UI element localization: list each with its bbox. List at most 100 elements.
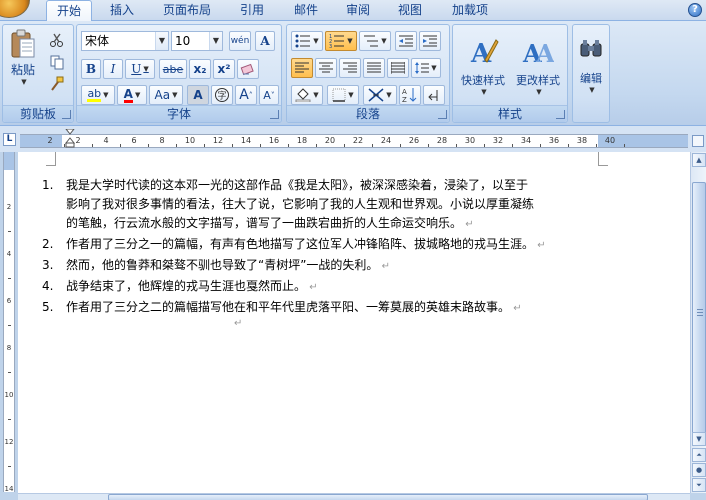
- view-ruler-icon[interactable]: [692, 135, 704, 147]
- char-shading-button[interactable]: A: [187, 85, 209, 105]
- bullets-button[interactable]: ▼: [291, 31, 323, 51]
- change-styles-button[interactable]: A A 更改样式 ▼: [511, 29, 565, 103]
- borders-button[interactable]: ▼: [327, 85, 359, 105]
- tab-page-layout[interactable]: 页面布局: [154, 0, 220, 21]
- help-icon[interactable]: ?: [688, 3, 702, 17]
- multilevel-list-icon: [364, 35, 379, 47]
- format-painter-button[interactable]: [47, 74, 67, 94]
- ruler-label: 30: [464, 136, 476, 145]
- office-button[interactable]: [0, 0, 30, 18]
- quick-styles-button[interactable]: A 快速样式 ▼: [457, 29, 509, 103]
- dialog-launcher-icon[interactable]: [62, 110, 71, 119]
- select-browse-object-button[interactable]: ●: [692, 463, 706, 477]
- tab-insert[interactable]: 插入: [100, 0, 144, 21]
- list-item-line[interactable]: 我是大学时代读的这本邓一光的这部作品《我是太阳》，被深深感染着，浸染了，以至于: [66, 176, 528, 194]
- list-item-line[interactable]: 的笔触，行云流水般的文字描写，谱写了一曲跌宕曲折的人生命运交响乐。 ↵: [66, 214, 474, 234]
- indent-marker-icon[interactable]: [64, 129, 76, 149]
- tab-selector[interactable]: L: [3, 133, 16, 146]
- list-item-line[interactable]: 影响了我对很多事情的看法，往大了说，它影响了我的人生观和世界观。小说以厚重凝练: [66, 195, 534, 213]
- paste-button[interactable]: 粘贴 ▼: [5, 27, 41, 87]
- chevron-down-icon: ▼: [536, 88, 542, 96]
- ruler-label: 12: [212, 136, 224, 145]
- list-item-line[interactable]: 然而，他的鲁莽和桀骜不驯也导致了“青树坪”一战的失利。 ↵: [66, 256, 390, 276]
- underline-button[interactable]: U ▼: [125, 59, 155, 79]
- chevron-down-icon[interactable]: ▼: [155, 32, 168, 50]
- previous-page-button[interactable]: ⏶: [692, 448, 706, 462]
- ruler-tick: [204, 144, 205, 147]
- subscript-button[interactable]: x₂: [189, 59, 211, 79]
- horizontal-ruler[interactable]: 2 2 4 6 8 10 12 14 16 18 20 22 24 26 28 30 32 34 36 38 40: [20, 129, 688, 148]
- dialog-launcher-icon[interactable]: [270, 110, 279, 119]
- increase-indent-button[interactable]: [419, 31, 441, 51]
- ruler-tick: [568, 144, 569, 147]
- decrease-indent-button[interactable]: [395, 31, 417, 51]
- scrollbar-thumb[interactable]: [692, 182, 706, 442]
- align-center-button[interactable]: [315, 58, 337, 78]
- font-color-button[interactable]: A ▼: [117, 85, 147, 105]
- tab-review[interactable]: 审阅: [336, 0, 380, 21]
- font-size-combo[interactable]: 10 ▼: [171, 31, 223, 51]
- copy-button[interactable]: [47, 52, 67, 72]
- enclose-char-button[interactable]: 字: [211, 85, 233, 105]
- italic-button[interactable]: I: [103, 59, 123, 79]
- vruler-tick: [8, 465, 11, 467]
- ruler-label: 16: [268, 136, 280, 145]
- list-item-line[interactable]: 作者用了三分之二的篇幅描写他在和平年代里虎落平阳、一筹莫展的英雄末路故事。 ↵: [66, 298, 522, 318]
- tab-home[interactable]: 开始: [46, 0, 92, 22]
- editing-button[interactable]: 编辑 ▼: [575, 29, 607, 103]
- show-marks-button[interactable]: [423, 85, 445, 105]
- shading-button[interactable]: ▼: [291, 85, 323, 105]
- ruler-label: 28: [436, 136, 448, 145]
- chevron-down-icon: ▼: [313, 37, 319, 45]
- phonetic-guide-button[interactable]: wén: [229, 31, 251, 51]
- scroll-up-button[interactable]: ▲: [692, 153, 706, 167]
- horizontal-scrollbar-thumb[interactable]: [108, 494, 648, 500]
- chevron-down-icon: ▼: [172, 91, 178, 99]
- justify-button[interactable]: [363, 58, 385, 78]
- next-page-button[interactable]: ⏷: [692, 478, 706, 492]
- cut-button[interactable]: [47, 30, 67, 50]
- char-border-button[interactable]: A: [255, 31, 275, 51]
- font-color-icon: A: [123, 86, 133, 103]
- horizontal-scrollbar[interactable]: [18, 493, 690, 500]
- align-left-icon: [295, 62, 309, 73]
- document-area[interactable]: 1. 我是大学时代读的这本邓一光的这部作品《我是太阳》，被深深感染着，浸染了，以至…: [18, 152, 690, 493]
- shrink-font-button[interactable]: A ˅: [259, 85, 279, 105]
- clear-formatting-button[interactable]: [237, 59, 259, 79]
- numbering-button[interactable]: 1 2 3 ▼: [325, 31, 357, 51]
- chevron-down-icon: ▼: [348, 91, 354, 99]
- document-page[interactable]: 1. 我是大学时代读的这本邓一光的这部作品《我是太阳》，被深深感染着，浸染了，以至…: [18, 152, 690, 493]
- tab-mailings[interactable]: 邮件: [284, 0, 328, 21]
- tab-addins[interactable]: 加载项: [442, 0, 498, 21]
- asian-layout-button[interactable]: ▼: [363, 85, 397, 105]
- dialog-launcher-icon[interactable]: [438, 110, 447, 119]
- chevron-down-icon: ▼: [313, 91, 319, 99]
- ruler-tick: [484, 144, 485, 147]
- align-left-button[interactable]: [291, 58, 313, 78]
- list-item-line[interactable]: 战争结束了，他辉煌的戎马生涯也戛然而止。 ↵: [66, 277, 318, 297]
- align-right-button[interactable]: [339, 58, 361, 78]
- vruler-tick: [8, 418, 11, 420]
- tab-references[interactable]: 引用: [230, 0, 274, 21]
- ruler-tick: [316, 144, 317, 147]
- change-case-button[interactable]: Aa ▼: [149, 85, 183, 105]
- multilevel-list-button[interactable]: ▼: [359, 31, 391, 51]
- bold-button[interactable]: B: [81, 59, 101, 79]
- tab-view[interactable]: 视图: [388, 0, 432, 21]
- ruler-label: 10: [184, 136, 196, 145]
- superscript-button[interactable]: x²: [213, 59, 235, 79]
- highlight-button[interactable]: ab ▼: [81, 85, 115, 105]
- ruler-tick: [624, 144, 625, 147]
- strikethrough-button[interactable]: abe: [159, 59, 187, 79]
- font-name-combo[interactable]: 宋体 ▼: [81, 31, 169, 51]
- grow-font-button[interactable]: A ˄: [235, 85, 257, 105]
- distribute-button[interactable]: [387, 58, 409, 78]
- vertical-scrollbar[interactable]: ▲ ▼ ⏶ ● ⏷: [690, 152, 706, 493]
- ruler-label: 24: [380, 136, 392, 145]
- scroll-down-button[interactable]: ▼: [692, 432, 706, 446]
- sort-button[interactable]: AZ: [399, 85, 421, 105]
- chevron-down-icon[interactable]: ▼: [209, 32, 222, 50]
- dialog-launcher-icon[interactable]: [556, 110, 565, 119]
- line-spacing-button[interactable]: ▼: [411, 58, 441, 78]
- list-item-line[interactable]: 作者用了三分之一的篇幅，有声有色地描写了这位军人冲锋陷阵、拔城略地的戎马生涯。 …: [66, 235, 546, 255]
